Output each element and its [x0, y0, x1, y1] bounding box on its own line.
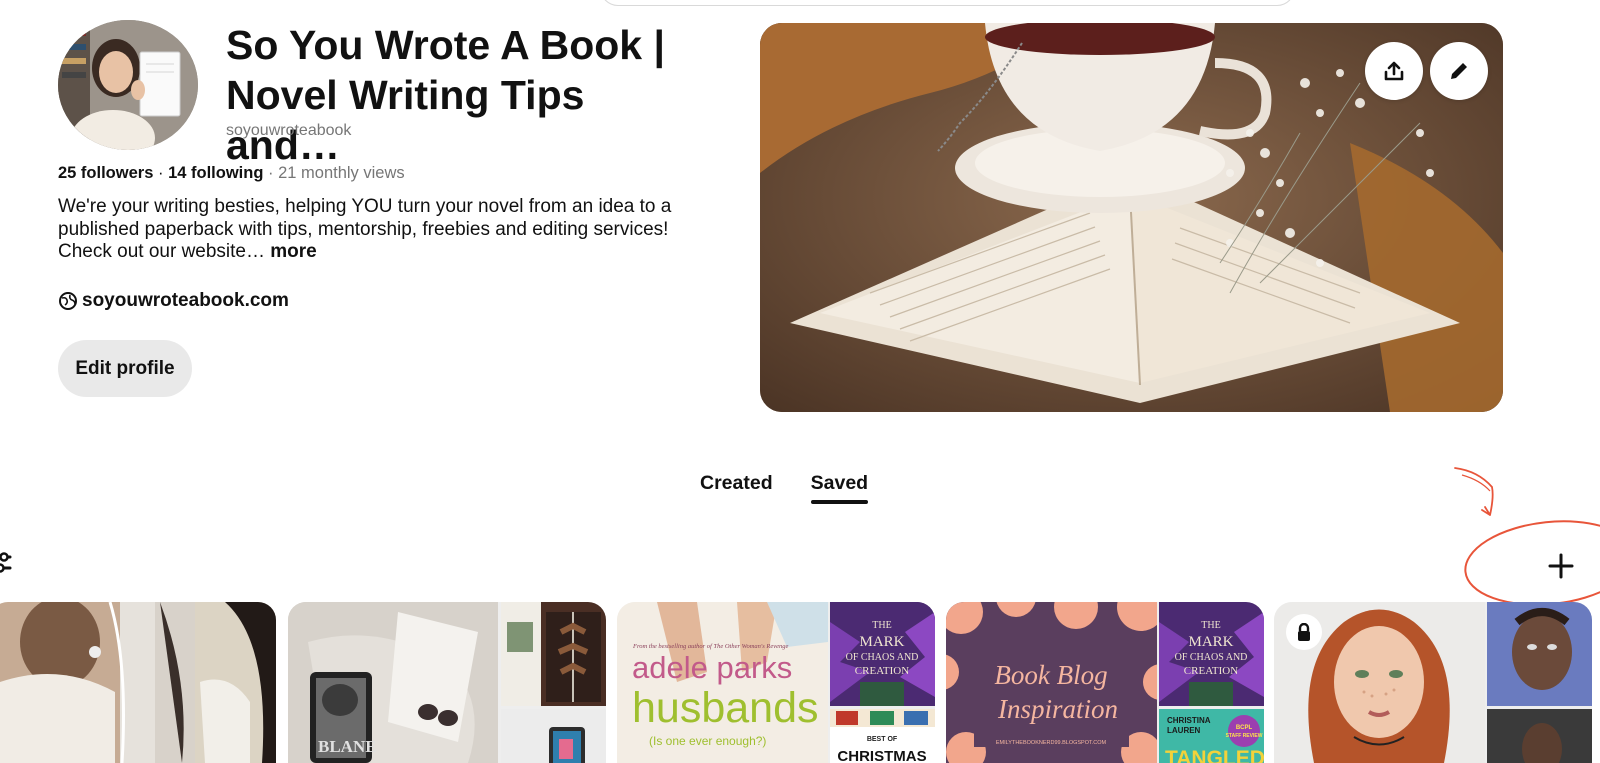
edit-profile-button[interactable]: Edit profile: [58, 340, 192, 397]
profile-username: soyouwroteabook: [226, 122, 352, 139]
cover-image: [760, 23, 1503, 412]
filter-icon[interactable]: [0, 551, 14, 575]
board-text-blog-2: Inspiration: [997, 694, 1118, 724]
tab-saved[interactable]: Saved: [810, 472, 869, 504]
board-card[interactable]: [1274, 602, 1592, 763]
board-text-blog-1: Book Blog: [994, 660, 1107, 690]
profile-bio: We're your writing besties, helping YOU …: [58, 196, 698, 264]
annotation-circle: [1454, 467, 1600, 606]
share-profile-button[interactable]: [1365, 42, 1423, 100]
board-card[interactable]: [0, 602, 276, 763]
search-bar[interactable]: [600, 0, 1295, 6]
board-cover-image: BLANE: [288, 602, 498, 763]
board-card[interactable]: Book Blog Inspiration EMILYTHEBOOKNERD99…: [946, 602, 1264, 763]
board-side-image: [501, 709, 606, 763]
board-text-christina: CHRISTINA: [1167, 716, 1211, 725]
profile-stats: 25 followers · 14 following · 21 monthly…: [58, 164, 405, 183]
board-text-author-line: From the bestselling author of The Other…: [632, 643, 789, 650]
board-text-best-of: BEST OF: [867, 736, 898, 743]
board-card[interactable]: BLANE: [288, 602, 606, 763]
add-board-button[interactable]: [1539, 544, 1583, 588]
board-text-blog-url: EMILYTHEBOOKNERD99.BLOGSPOT.COM: [996, 740, 1107, 746]
tab-created[interactable]: Created: [700, 472, 773, 504]
board-text-tagline: (Is one ever enough?): [649, 734, 766, 748]
board-text-creation: CREATION: [1184, 665, 1238, 677]
edit-cover-button[interactable]: [1430, 42, 1488, 100]
board-text-mark-the: THE: [1201, 620, 1220, 631]
stats-separator: ·: [268, 164, 279, 182]
board-side-image: THE MARK OF CHAOS AND CREATION: [830, 602, 935, 706]
globe-icon: [59, 292, 77, 310]
board-cover-image: From the bestselling author of The Other…: [617, 602, 828, 763]
monthly-views: 21 monthly views: [278, 164, 405, 182]
stats-separator: ·: [157, 164, 169, 182]
board-side-image: CHRISTINA LAUREN BCPL STAFF REVIEW TANGL…: [1159, 709, 1264, 763]
board-cover-image: Book Blog Inspiration EMILYTHEBOOKNERD99…: [946, 602, 1157, 763]
board-text-chaos: OF CHAOS AND: [1175, 652, 1248, 663]
profile-avatar: [58, 20, 198, 150]
profile-tabs: Created Saved: [700, 472, 869, 504]
board-text-christmas: CHRISTMAS: [837, 748, 926, 763]
followers-count[interactable]: 25 followers: [58, 164, 153, 182]
board-side-image: THE MARK OF CHAOS AND CREATION: [1159, 602, 1264, 706]
board-text-blane: BLANE: [318, 737, 377, 756]
board-text-lauren: LAUREN: [1167, 726, 1201, 735]
following-count[interactable]: 14 following: [168, 164, 263, 182]
board-text-mark-title: THE: [872, 620, 891, 631]
website-link[interactable]: soyouwroteabook.com: [58, 290, 289, 312]
board-text-chaos: OF CHAOS AND: [846, 652, 919, 663]
board-text-mark: MARK: [859, 634, 904, 650]
board-text-title: husbands: [632, 684, 819, 732]
board-side-image: BEST OF CHRISTMAS: [830, 709, 935, 763]
bio-more-link[interactable]: more: [270, 241, 316, 262]
board-text-staff-review: BCPL: [1236, 725, 1253, 731]
board-text-mark: MARK: [1188, 634, 1233, 650]
board-text-author: adele parks: [632, 650, 792, 685]
lock-icon: [1298, 623, 1310, 641]
share-icon: [1384, 61, 1404, 81]
website-label: soyouwroteabook.com: [82, 290, 289, 311]
board-side-image: [1487, 602, 1592, 706]
board-cover-image: [0, 602, 276, 763]
board-text-tangled: TANGLED: [1165, 747, 1264, 763]
bio-text: We're your writing besties, helping YOU …: [58, 196, 672, 262]
secret-board-badge: [1286, 614, 1322, 650]
board-text-creation: CREATION: [855, 665, 909, 677]
board-text-staff-review-2: STAFF REVIEW: [1226, 733, 1263, 739]
board-side-image: [1487, 709, 1592, 763]
profile-name: So You Wrote A Book | Novel Writing Tips…: [226, 22, 665, 168]
board-card[interactable]: From the bestselling author of The Other…: [617, 602, 935, 763]
pencil-icon: [1451, 63, 1467, 79]
plus-icon: [1548, 553, 1574, 579]
board-side-image: [501, 602, 606, 706]
